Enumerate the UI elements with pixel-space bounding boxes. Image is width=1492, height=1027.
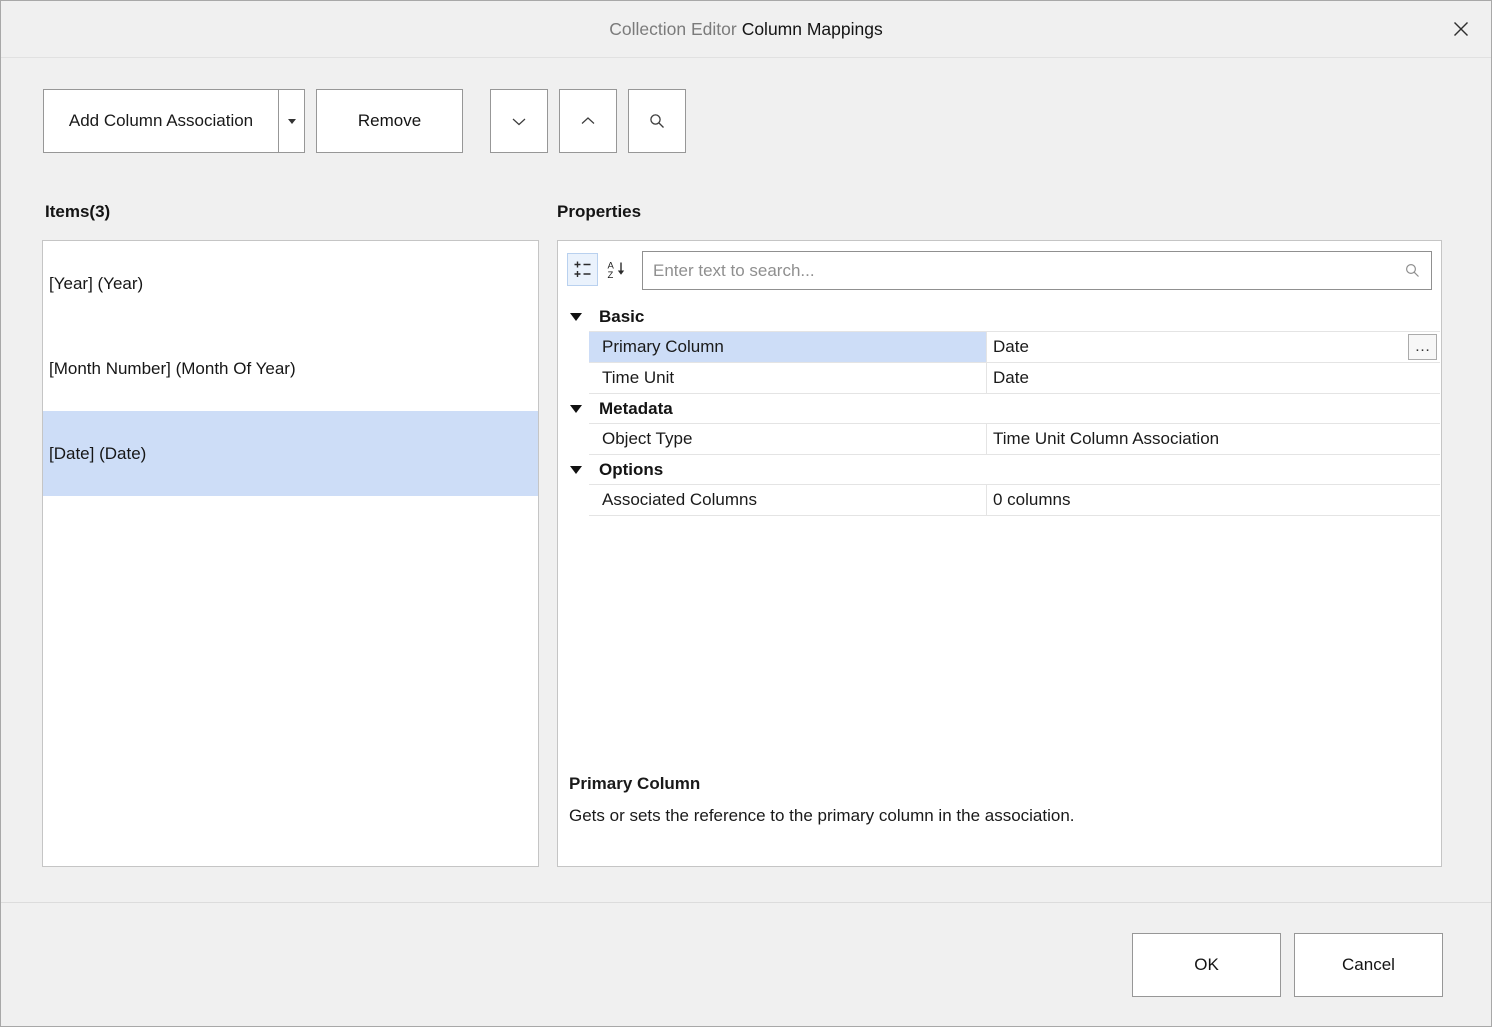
search-icon	[648, 112, 666, 130]
items-header: Items(3)	[45, 202, 110, 222]
move-up-button[interactable]	[559, 89, 617, 153]
property-row: Associated Columns 0 columns	[589, 485, 1440, 516]
property-value-text: Time Unit Column Association	[993, 429, 1219, 449]
chevron-down-icon	[508, 110, 530, 132]
collapse-triangle-icon	[570, 466, 582, 474]
sort-az-icon: A Z	[607, 260, 626, 279]
property-row: Object Type Time Unit Column Association	[589, 424, 1440, 455]
category-options[interactable]: Options	[558, 455, 1440, 485]
property-value-object-type[interactable]: Time Unit Column Association	[987, 424, 1440, 454]
category-metadata[interactable]: Metadata	[558, 394, 1440, 424]
chevron-down-icon	[288, 119, 296, 124]
property-value-text: Date	[993, 368, 1029, 388]
categorized-view-button[interactable]	[567, 253, 598, 286]
collection-editor-dialog: Collection Editor Column Mappings Add Co…	[0, 0, 1492, 1027]
cancel-button[interactable]: Cancel	[1294, 933, 1443, 997]
close-button[interactable]	[1445, 13, 1477, 45]
add-dropdown-button[interactable]	[278, 90, 304, 152]
collapse-triangle-icon	[570, 405, 582, 413]
chevron-up-icon	[577, 110, 599, 132]
move-down-button[interactable]	[490, 89, 548, 153]
category-basic[interactable]: Basic	[558, 302, 1440, 332]
property-name-time-unit[interactable]: Time Unit	[589, 363, 987, 393]
items-list: [Year] (Year) [Month Number] (Month Of Y…	[42, 240, 539, 867]
property-search-input[interactable]	[643, 252, 1404, 289]
property-value-associated-columns[interactable]: 0 columns	[987, 485, 1440, 515]
property-search-box	[642, 251, 1432, 290]
property-row: Primary Column Date …	[589, 332, 1440, 363]
property-name-associated-columns[interactable]: Associated Columns	[589, 485, 987, 515]
properties-panel: A Z Basic Primary Column Date …	[557, 240, 1442, 867]
add-column-association-label: Add Column Association	[44, 90, 278, 152]
property-name-primary-column[interactable]: Primary Column	[589, 332, 987, 362]
property-row: Time Unit Date	[589, 363, 1440, 394]
titlebar: Collection Editor Column Mappings	[1, 1, 1491, 58]
category-label: Options	[599, 460, 663, 480]
remove-button[interactable]: Remove	[316, 89, 463, 153]
list-item-selected[interactable]: [Date] (Date)	[43, 411, 538, 496]
category-label: Metadata	[599, 399, 673, 419]
property-description-title: Primary Column	[569, 774, 700, 794]
add-column-association-button[interactable]: Add Column Association	[43, 89, 305, 153]
categorized-view-icon	[573, 260, 592, 279]
search-icon	[1404, 262, 1421, 279]
list-item[interactable]: [Month Number] (Month Of Year)	[43, 326, 538, 411]
property-value-text: 0 columns	[993, 490, 1070, 510]
ok-button[interactable]: OK	[1132, 933, 1281, 997]
search-button[interactable]	[628, 89, 686, 153]
alphabetical-sort-button[interactable]: A Z	[601, 253, 632, 286]
dialog-title-prefix: Collection Editor	[609, 19, 736, 40]
dialog-title-main: Column Mappings	[742, 19, 883, 40]
properties-header: Properties	[557, 202, 641, 222]
category-label: Basic	[599, 307, 644, 327]
property-value-primary-column[interactable]: Date …	[987, 332, 1440, 362]
property-value-time-unit[interactable]: Date	[987, 363, 1440, 393]
property-description-text: Gets or sets the reference to the primar…	[569, 806, 1075, 826]
ellipsis-button[interactable]: …	[1408, 334, 1437, 360]
collapse-triangle-icon	[570, 313, 582, 321]
property-value-text: Date	[993, 337, 1029, 357]
dialog-title: Collection Editor Column Mappings	[1, 1, 1491, 57]
svg-text:Z: Z	[608, 270, 614, 279]
footer-separator	[1, 902, 1491, 903]
list-item[interactable]: [Year] (Year)	[43, 241, 538, 326]
close-icon	[1451, 19, 1471, 39]
property-name-object-type[interactable]: Object Type	[589, 424, 987, 454]
